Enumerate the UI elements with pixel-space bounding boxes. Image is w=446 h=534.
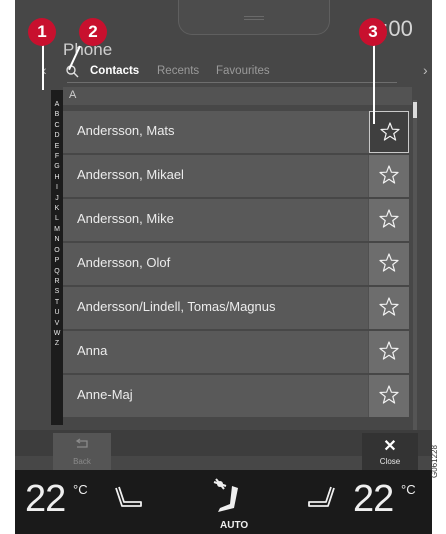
az-index-letter[interactable]: K — [51, 204, 63, 214]
star-outline-icon — [379, 209, 399, 228]
az-index-letter[interactable]: T — [51, 298, 63, 308]
favourite-star-button[interactable] — [368, 287, 409, 329]
az-index-letter[interactable]: M — [51, 225, 63, 235]
az-index-letter[interactable]: R — [51, 277, 63, 287]
scrollbar[interactable] — [413, 100, 417, 430]
star-outline-icon — [379, 165, 399, 184]
az-index-letter[interactable]: H — [51, 173, 63, 183]
fan-airflow-icon[interactable] — [210, 476, 244, 516]
star-outline-icon — [380, 122, 400, 141]
callout-1-leader — [42, 42, 44, 90]
az-index-letter[interactable]: E — [51, 142, 63, 152]
search-icon[interactable] — [65, 64, 79, 78]
favourite-star-button[interactable] — [368, 199, 409, 241]
favourite-star-button[interactable] — [368, 155, 409, 197]
contact-row[interactable]: Andersson/Lindell, Tomas/Magnus — [63, 287, 409, 329]
tab-contacts[interactable]: Contacts — [90, 65, 139, 77]
handle-icon — [244, 16, 264, 20]
contact-name: Andersson, Mats — [77, 123, 175, 138]
contact-name: Anna — [77, 343, 108, 358]
callout-badge-3: 3 — [359, 18, 387, 46]
temperature-left[interactable]: 22 — [25, 478, 66, 521]
contact-name: Andersson, Mike — [77, 211, 174, 226]
callout-badge-1: 1 — [28, 18, 56, 46]
infotainment-screen: 0:00 Phone ‹ › Contacts Recents Favourit… — [15, 0, 432, 534]
az-index-letter[interactable]: V — [51, 319, 63, 329]
az-index-letter[interactable]: N — [51, 235, 63, 245]
climate-bar: 22 °C AUTO 22 °C — [15, 470, 432, 534]
az-index-letter[interactable]: Z — [51, 339, 63, 349]
contact-row[interactable]: Andersson, Olof — [63, 243, 409, 285]
az-index-letter[interactable]: F — [51, 152, 63, 162]
tab-favourites[interactable]: Favourites — [216, 65, 270, 77]
az-index-letter[interactable]: Q — [51, 267, 63, 277]
callout-badge-2: 2 — [79, 18, 107, 46]
back-arrow-icon — [75, 438, 88, 448]
callout-3-leader — [373, 44, 375, 124]
favourite-star-button[interactable] — [368, 243, 409, 285]
temperature-left-unit: °C — [73, 482, 88, 497]
seat-heating-right-icon[interactable] — [305, 484, 335, 510]
az-index-letter[interactable]: G — [51, 162, 63, 172]
az-index-letter[interactable]: L — [51, 214, 63, 224]
tab-recents[interactable]: Recents — [157, 65, 199, 77]
temperature-right[interactable]: 22 — [353, 478, 394, 521]
seat-heating-left-icon[interactable] — [115, 484, 145, 510]
contact-row[interactable]: Andersson, Mike — [63, 199, 409, 241]
az-index-letter[interactable]: A — [51, 100, 63, 110]
contact-name: Andersson/Lindell, Tomas/Magnus — [77, 299, 276, 314]
image-code: G061228 — [430, 445, 439, 478]
section-header: A — [63, 87, 412, 105]
tab-divider — [67, 82, 397, 83]
az-index-letter[interactable]: J — [51, 194, 63, 204]
contact-row[interactable]: Andersson, Mikael — [63, 155, 409, 197]
close-button[interactable]: ✕ Close — [362, 433, 418, 471]
star-outline-icon — [379, 253, 399, 272]
favourite-star-button[interactable] — [368, 375, 409, 417]
star-outline-icon — [379, 297, 399, 316]
contact-name: Andersson, Mikael — [77, 167, 184, 182]
az-index-letter[interactable]: D — [51, 131, 63, 141]
temperature-right-unit: °C — [401, 482, 416, 497]
contact-name: Andersson, Olof — [77, 255, 171, 270]
contact-row[interactable]: Anne-Maj — [63, 375, 409, 417]
top-pull-down-tab[interactable] — [178, 0, 330, 35]
contact-row[interactable]: Anna — [63, 331, 409, 373]
chevron-right-icon[interactable]: › — [423, 62, 428, 78]
scrollbar-thumb[interactable] — [413, 102, 417, 118]
az-index-letter[interactable]: C — [51, 121, 63, 131]
az-index-letter[interactable]: B — [51, 110, 63, 120]
az-index-letter[interactable]: I — [51, 183, 63, 193]
star-outline-icon — [379, 341, 399, 360]
auto-climate-label[interactable]: AUTO — [220, 520, 248, 531]
favourite-star-button[interactable] — [368, 331, 409, 373]
az-index-letter[interactable]: W — [51, 329, 63, 339]
back-button[interactable]: Back — [53, 433, 111, 471]
az-index-letter[interactable]: U — [51, 308, 63, 318]
az-index-letter[interactable]: O — [51, 246, 63, 256]
star-outline-icon — [379, 385, 399, 404]
alphabet-index[interactable]: ABCDEFGHIJKLMNOPQRSTUVWZ — [51, 90, 63, 425]
close-icon: ✕ — [383, 438, 397, 455]
contact-row[interactable]: Andersson, Mats — [63, 111, 409, 153]
az-index-letter[interactable]: P — [51, 256, 63, 266]
az-index-letter[interactable]: S — [51, 287, 63, 297]
back-label: Back — [73, 457, 91, 466]
phone-app-view: 0:00 Phone ‹ › Contacts Recents Favourit… — [15, 0, 432, 471]
section-letter: A — [69, 89, 77, 101]
favourite-star-button[interactable] — [369, 111, 409, 153]
contact-name: Anne-Maj — [77, 387, 133, 402]
close-label: Close — [379, 457, 401, 466]
